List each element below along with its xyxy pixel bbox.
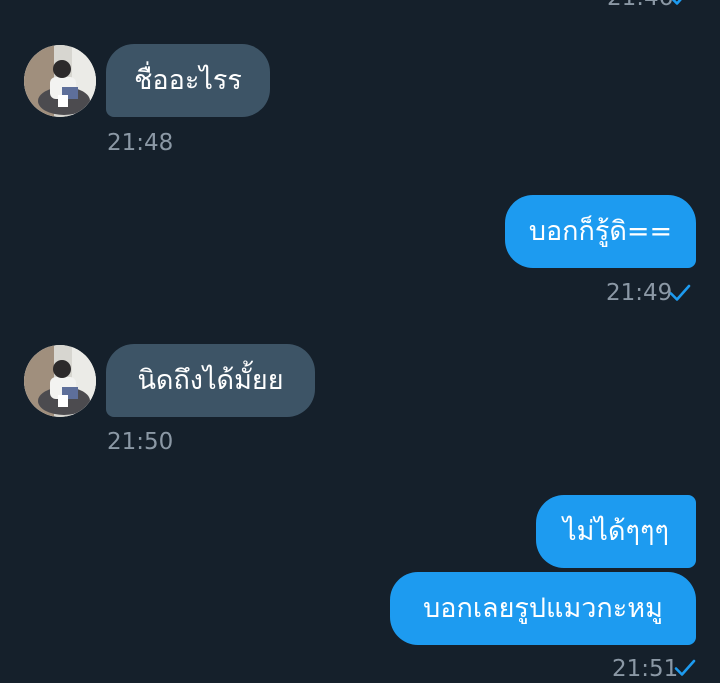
- message-timestamp: 21:49: [606, 280, 673, 306]
- chat-thread: 21:46 ชื่ออะไรร 21:48 บอกก็รู้ดิ== 21:49: [0, 0, 720, 682]
- user-avatar[interactable]: [24, 45, 96, 117]
- checkmark-icon: [669, 284, 691, 301]
- message-bubble[interactable]: ไม่ได้ๆๆๆ: [536, 495, 696, 568]
- message-timestamp: 21:46: [607, 0, 673, 12]
- avatar-photo: [24, 345, 96, 417]
- message-timestamp: 21:51: [612, 656, 679, 682]
- message-bubble[interactable]: ชื่ออะไรร: [106, 44, 270, 117]
- message-bubble[interactable]: บอกก็รู้ดิ==: [505, 195, 696, 268]
- checkmark-icon: [674, 659, 696, 676]
- checkmark-icon: [671, 0, 682, 5]
- message-bubble[interactable]: นิดถึงได้มั้ยย: [106, 344, 315, 417]
- message-timestamp: 21:48: [107, 130, 174, 156]
- avatar-photo: [24, 45, 96, 117]
- message-bubble[interactable]: บอกเลยรูปแมวกะหมู: [390, 572, 696, 645]
- message-timestamp: 21:50: [107, 429, 174, 455]
- user-avatar[interactable]: [24, 345, 96, 417]
